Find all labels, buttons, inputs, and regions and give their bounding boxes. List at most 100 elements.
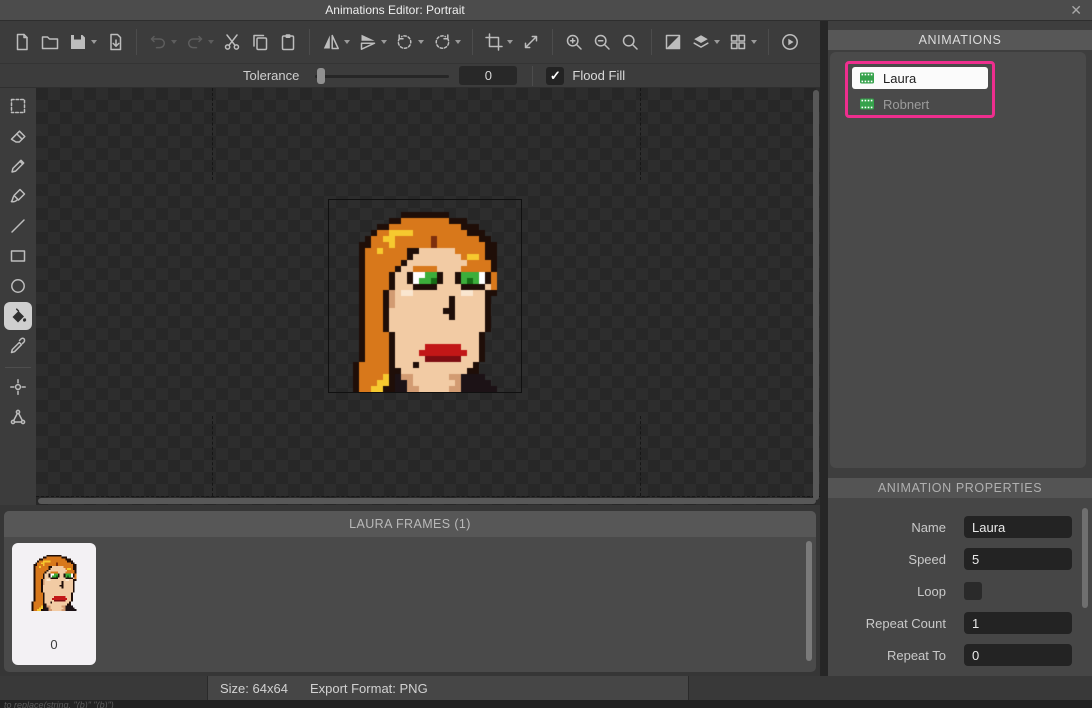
open-folder-icon[interactable]: [37, 27, 63, 57]
frame-item[interactable]: 0: [12, 543, 96, 665]
animations-header: ANIMATIONS: [828, 30, 1092, 50]
rectangle-tool[interactable]: [4, 242, 32, 270]
animations-list: Laura Robnert: [830, 52, 1086, 468]
palette-separator: [5, 367, 31, 368]
paste-icon[interactable]: [275, 27, 301, 57]
move-tool[interactable]: [4, 373, 32, 401]
filmstrip-icon: [859, 71, 875, 85]
speed-label: Speed: [828, 552, 946, 567]
redo-icon[interactable]: [182, 27, 217, 57]
play-icon[interactable]: [777, 27, 803, 57]
canvas-frame: [328, 199, 522, 393]
frames-title: LAURA FRAMES (1): [4, 511, 816, 537]
toolbar-separator: [309, 29, 310, 55]
flood-fill-label: Flood Fill: [572, 68, 625, 83]
zoom-reset-icon[interactable]: [617, 27, 643, 57]
eyedropper-tool[interactable]: [4, 332, 32, 360]
frame-thumbnail: [24, 551, 84, 611]
guide-line: [36, 496, 820, 497]
background-window-text: to replace(string, "(b)" "(b)"): [0, 700, 1092, 708]
resize-icon[interactable]: [518, 27, 544, 57]
properties-scrollbar[interactable]: [1082, 508, 1088, 608]
repeat-to-field[interactable]: [964, 644, 1072, 666]
canvas-vertical-scrollbar[interactable]: [813, 90, 819, 500]
line-tool[interactable]: [4, 212, 32, 240]
zoom-in-icon[interactable]: [561, 27, 587, 57]
rotate-cw-icon[interactable]: [429, 27, 464, 57]
export-format-text: Export Format: PNG: [310, 681, 428, 696]
undo-icon[interactable]: [145, 27, 180, 57]
tool-options-bar: Tolerance 0 ✓ Flood Fill: [0, 64, 820, 88]
repeat-count-field[interactable]: [964, 612, 1072, 634]
window-titlebar: Animations Editor: Portrait ✕: [0, 0, 1092, 21]
save-icon[interactable]: [65, 27, 100, 57]
animation-properties-body: Name Speed Loop Repeat Count Repeat To: [828, 498, 1092, 676]
tolerance-slider[interactable]: [315, 68, 449, 84]
toolbar-separator: [472, 29, 473, 55]
frames-scrollbar[interactable]: [806, 541, 812, 661]
new-file-icon[interactable]: [9, 27, 35, 57]
name-label: Name: [828, 520, 946, 535]
zoom-out-icon[interactable]: [589, 27, 615, 57]
status-bar: Size: 64x64 Export Format: PNG: [0, 676, 1092, 700]
frames-panel: LAURA FRAMES (1) 0: [0, 505, 820, 676]
brush-tool[interactable]: [4, 182, 32, 210]
name-field[interactable]: [964, 516, 1072, 538]
sprite-canvas[interactable]: [329, 200, 521, 392]
toolbar-separator: [651, 29, 652, 55]
guide-line: [212, 416, 213, 496]
canvas-size-text: Size: 64x64: [220, 681, 288, 696]
close-icon[interactable]: ✕: [1070, 0, 1082, 20]
guide-line: [212, 88, 213, 180]
animation-name: Laura: [883, 71, 916, 86]
canvas-viewport[interactable]: [36, 88, 820, 505]
crop-icon[interactable]: [481, 27, 516, 57]
repeat-to-label: Repeat To: [828, 648, 946, 663]
guide-line: [640, 88, 641, 180]
ellipse-tool[interactable]: [4, 272, 32, 300]
toolbar-separator: [136, 29, 137, 55]
rotate-ccw-icon[interactable]: [392, 27, 427, 57]
copy-icon[interactable]: [247, 27, 273, 57]
canvas-horizontal-scrollbar[interactable]: [38, 498, 816, 504]
frames-list: 0: [4, 537, 816, 672]
toolbar-separator: [768, 29, 769, 55]
filmstrip-icon: [859, 97, 875, 111]
options-separator: [532, 66, 533, 86]
save-dropdown-icon[interactable]: [91, 40, 97, 44]
rect-select-tool[interactable]: [4, 92, 32, 120]
animation-item-laura[interactable]: Laura: [852, 67, 988, 89]
frame-number: 0: [12, 637, 96, 652]
skeleton-tool[interactable]: [4, 403, 32, 431]
loop-checkbox[interactable]: [964, 582, 982, 600]
repeat-count-label: Repeat Count: [828, 616, 946, 631]
pencil-tool[interactable]: [4, 152, 32, 180]
slider-handle[interactable]: [317, 68, 325, 84]
grid-icon[interactable]: [725, 27, 760, 57]
toolbar-separator: [552, 29, 553, 55]
window-title: Animations Editor: Portrait: [325, 0, 464, 20]
right-panel: ANIMATIONS Laura Robnert ANIMATION PROPE…: [828, 21, 1092, 676]
check-icon: ✓: [550, 68, 561, 84]
export-file-icon[interactable]: [102, 27, 128, 57]
eraser-tool[interactable]: [4, 122, 32, 150]
animation-item-robnert[interactable]: Robnert: [852, 93, 988, 115]
fill-tool[interactable]: [4, 302, 32, 330]
flip-vertical-icon[interactable]: [355, 27, 390, 57]
invert-colors-icon[interactable]: [660, 27, 686, 57]
flood-fill-checkbox[interactable]: ✓: [546, 67, 564, 85]
animation-name: Robnert: [883, 97, 929, 112]
main-toolbar: [0, 21, 820, 64]
speed-field[interactable]: [964, 548, 1072, 570]
tolerance-label: Tolerance: [243, 68, 299, 83]
tool-palette: [0, 88, 36, 505]
animation-properties-header: ANIMATION PROPERTIES: [828, 478, 1092, 498]
loop-label: Loop: [828, 584, 946, 599]
slider-track: [315, 75, 449, 78]
cut-icon[interactable]: [219, 27, 245, 57]
layers-icon[interactable]: [688, 27, 723, 57]
tolerance-value[interactable]: 0: [459, 66, 517, 85]
guide-line: [640, 416, 641, 496]
panel-divider: [820, 21, 828, 676]
flip-horizontal-icon[interactable]: [318, 27, 353, 57]
